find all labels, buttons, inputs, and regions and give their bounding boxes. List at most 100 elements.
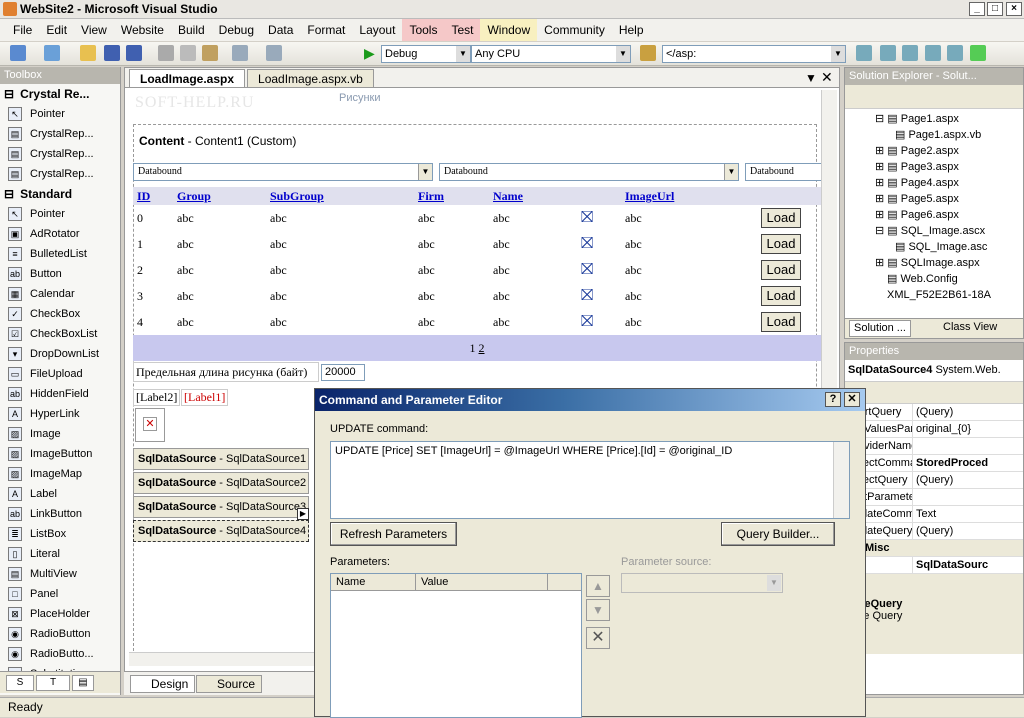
toolbox-item-pointer[interactable]: ↖ Pointer bbox=[0, 104, 120, 124]
property-row[interactable]: UpdateQuery (Query) bbox=[845, 523, 1023, 540]
toolbox-item[interactable]: ↖ Pointer bbox=[0, 204, 120, 224]
properties-object-select[interactable]: SqlDataSource4 System.Web. bbox=[845, 360, 1023, 382]
toolbox-item[interactable]: ◉ RadioButto... bbox=[0, 644, 120, 664]
add-item-icon[interactable] bbox=[44, 45, 60, 61]
menu-data[interactable]: Data bbox=[261, 19, 300, 41]
property-row[interactable]: SortParameter bbox=[845, 489, 1023, 506]
col-header-subgroup[interactable]: SubGroup bbox=[266, 187, 414, 205]
toolbox-item-crystalrep[interactable]: ▤ CrystalRep... bbox=[0, 164, 120, 184]
tab-source[interactable]: Source bbox=[196, 675, 263, 693]
tab-solution-explorer[interactable]: Solution ... bbox=[849, 320, 911, 337]
menu-tools[interactable]: Tools bbox=[402, 19, 445, 41]
menu-window[interactable]: Window bbox=[480, 19, 538, 41]
tree-item[interactable]: ⊟ ▤ SQL_Image.ascx bbox=[875, 223, 1023, 239]
property-row[interactable]: OldValuesPara original_{0} bbox=[845, 421, 1023, 438]
close-document-icon[interactable]: ✕ bbox=[821, 69, 833, 86]
toolbox-item[interactable]: A Label bbox=[0, 484, 120, 504]
property-row[interactable]: ProviderName bbox=[845, 438, 1023, 455]
tab-loadimage-aspx[interactable]: LoadImage.aspx bbox=[129, 69, 246, 87]
property-row[interactable]: ID)SqlDataSourc bbox=[845, 557, 1023, 574]
tree-item[interactable]: ⊞ ▤ Page5.aspx bbox=[875, 191, 1023, 207]
tree-item[interactable]: XML_F52E2B61-18A bbox=[875, 287, 1023, 303]
undo-icon[interactable] bbox=[232, 45, 248, 61]
toolbox-group-standard[interactable]: ⊟ Standard bbox=[0, 184, 120, 204]
menu-file[interactable]: File bbox=[6, 19, 39, 41]
move-down-button[interactable]: ▼ bbox=[586, 599, 610, 621]
tab-loadimage-aspx-vb[interactable]: LoadImage.aspx.vb bbox=[247, 69, 374, 87]
parameters-list[interactable]: Name Value bbox=[330, 573, 582, 718]
menu-help[interactable]: Help bbox=[612, 19, 651, 41]
load-button[interactable]: Load bbox=[761, 260, 801, 280]
tree-item[interactable]: ⊞ ▤ Page2.aspx bbox=[875, 143, 1023, 159]
parameter-source-select[interactable]: ▼ bbox=[621, 573, 783, 593]
move-up-button[interactable]: ▲ bbox=[586, 575, 610, 597]
col-header-value[interactable]: Value bbox=[416, 574, 548, 590]
start-debug-icon[interactable]: ▶ bbox=[364, 45, 380, 61]
paste-icon[interactable] bbox=[202, 45, 218, 61]
sqldatasource-1[interactable]: SqlDataSource - SqlDataSource1 bbox=[133, 448, 309, 470]
property-row[interactable]: SelectQuery (Query) bbox=[845, 472, 1023, 489]
remove-parameter-button[interactable]: ✕ bbox=[586, 627, 610, 649]
query-builder-button[interactable]: Query Builder... bbox=[721, 522, 835, 546]
toolbox-item[interactable]: ▨ ImageMap bbox=[0, 464, 120, 484]
command-scrollbar[interactable] bbox=[833, 442, 849, 518]
load-button[interactable]: Load bbox=[761, 312, 801, 332]
toolbox-icon[interactable] bbox=[925, 45, 941, 61]
toolbox-item[interactable]: □ Panel bbox=[0, 584, 120, 604]
help-button[interactable]: ? bbox=[825, 392, 841, 407]
toolbox-item[interactable]: ▭ FileUpload bbox=[0, 364, 120, 384]
tree-item[interactable]: ⊟ ▤ Page1.aspx bbox=[875, 111, 1023, 127]
subgroup-dropdown[interactable]: Databound ▼ bbox=[439, 163, 739, 181]
toolbox-item[interactable]: ▨ Image bbox=[0, 424, 120, 444]
load-button[interactable]: Load bbox=[761, 208, 801, 228]
tab-class-view[interactable]: Class View bbox=[939, 320, 1001, 337]
dialog-close-button[interactable]: ✕ bbox=[844, 392, 860, 407]
toolbox-item[interactable]: ≣ ListBox bbox=[0, 524, 120, 544]
tree-item[interactable]: ⊞ ▤ SQLImage.aspx bbox=[875, 255, 1023, 271]
tree-item[interactable]: ⊞ ▤ Page4.aspx bbox=[875, 175, 1023, 191]
find-icon[interactable] bbox=[640, 45, 656, 61]
toolbox-group-crystal[interactable]: ⊟ Crystal Re... bbox=[0, 84, 120, 104]
menu-test[interactable]: Test bbox=[444, 19, 481, 41]
command-text-area[interactable]: UPDATE [Price] SET [ImageUrl] = @ImageUr… bbox=[330, 441, 850, 519]
configuration-combo[interactable]: Debug ▼ bbox=[381, 45, 471, 63]
toolbox-item[interactable]: ab LinkButton bbox=[0, 504, 120, 524]
menu-edit[interactable]: Edit bbox=[39, 19, 74, 41]
sqldatasource-3[interactable]: SqlDataSource - SqlDataSource3 bbox=[133, 496, 309, 518]
tree-item[interactable]: ▤ Page1.aspx.vb bbox=[875, 127, 1023, 143]
menu-build[interactable]: Build bbox=[171, 19, 212, 41]
tree-item[interactable]: ⊞ ▤ Page6.aspx bbox=[875, 207, 1023, 223]
property-row[interactable]: nsertQuery (Query) bbox=[845, 404, 1023, 421]
toolbox-item[interactable]: ✓ CheckBox bbox=[0, 304, 120, 324]
start-page-icon[interactable] bbox=[970, 45, 986, 61]
server-explorer-tab[interactable]: S bbox=[6, 675, 34, 691]
col-header-name[interactable]: Name bbox=[489, 187, 577, 205]
tab-dropdown-icon[interactable]: ▼ bbox=[805, 71, 817, 85]
tree-item[interactable]: ▤ Web.Config bbox=[875, 271, 1023, 287]
minimize-button[interactable]: _ bbox=[969, 2, 985, 16]
save-all-icon[interactable] bbox=[126, 45, 142, 61]
toolbox-item-crystalrep[interactable]: ▤ CrystalRep... bbox=[0, 144, 120, 164]
menu-community[interactable]: Community bbox=[537, 19, 612, 41]
load-button[interactable]: Load bbox=[761, 286, 801, 306]
toolbox-item[interactable]: ▾ DropDownList bbox=[0, 344, 120, 364]
toolbox-item[interactable]: ▨ ImageButton bbox=[0, 444, 120, 464]
col-header-group[interactable]: Group bbox=[173, 187, 266, 205]
menu-debug[interactable]: Debug bbox=[212, 19, 261, 41]
menu-view[interactable]: View bbox=[74, 19, 114, 41]
toolbox-item[interactable]: ▣ AdRotator bbox=[0, 224, 120, 244]
tab-design[interactable]: Design bbox=[130, 675, 196, 693]
max-length-input[interactable]: 20000 bbox=[321, 364, 365, 381]
open-folder-icon[interactable] bbox=[80, 45, 96, 61]
toolbox-item[interactable]: ☑ CheckBoxList bbox=[0, 324, 120, 344]
toolbox-item[interactable]: ab Button bbox=[0, 264, 120, 284]
load-button[interactable]: Load bbox=[761, 234, 801, 254]
toolbox-item[interactable]: ▤ MultiView bbox=[0, 564, 120, 584]
property-category[interactable]: Misc bbox=[845, 540, 1023, 557]
save-icon[interactable] bbox=[104, 45, 120, 61]
menu-website[interactable]: Website bbox=[114, 19, 171, 41]
redo-icon[interactable] bbox=[266, 45, 282, 61]
tools-icon[interactable] bbox=[947, 45, 963, 61]
toolbox-item[interactable]: ⊠ PlaceHolder bbox=[0, 604, 120, 624]
toolbox-tab[interactable]: T bbox=[36, 675, 70, 691]
